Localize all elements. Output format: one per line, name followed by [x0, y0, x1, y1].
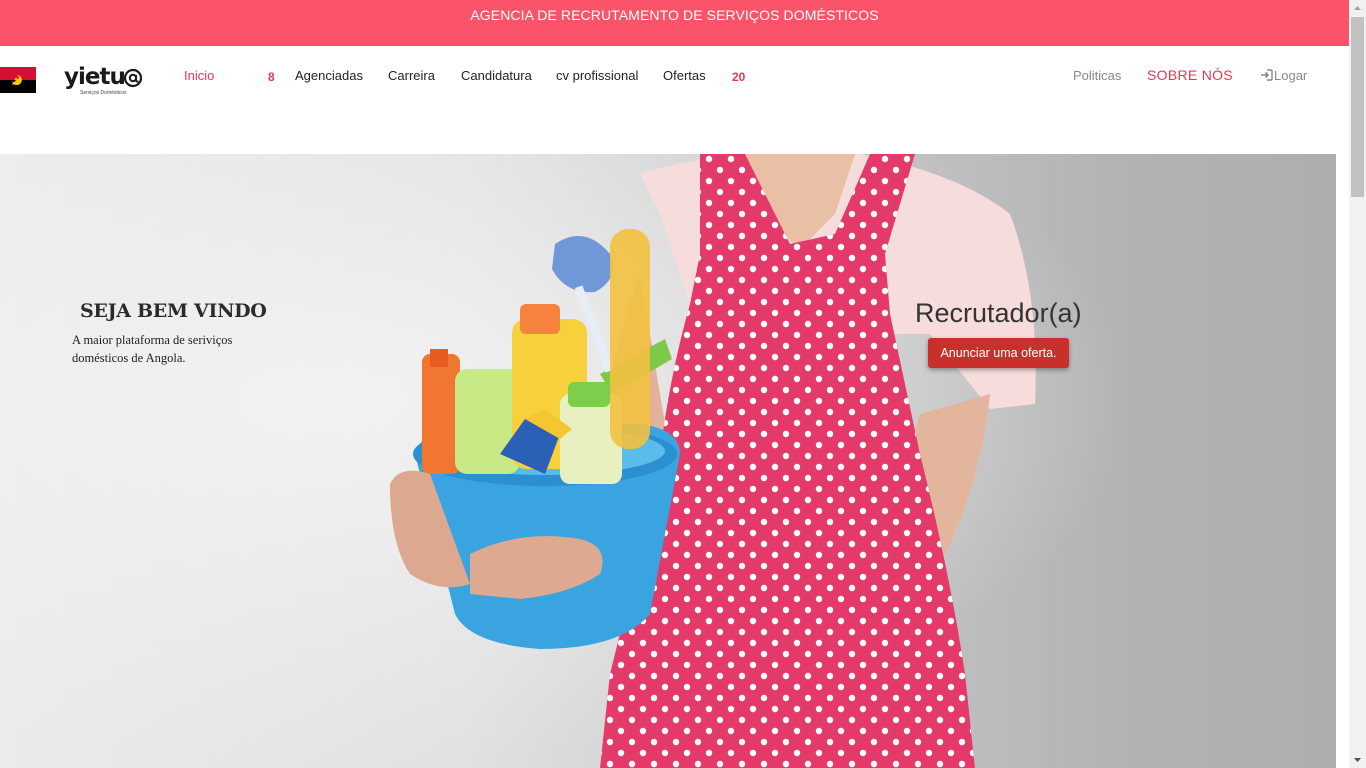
login-link[interactable]: Logar	[1260, 68, 1307, 83]
login-label: Logar	[1274, 68, 1308, 83]
nav-home[interactable]: Inicio	[184, 68, 214, 83]
agencies-count-badge: 8	[268, 70, 275, 84]
navbar: yietu Serviços Domésticos Inicio 8 Agenc…	[0, 46, 1349, 154]
top-banner: AGENCIA DE RECRUTAMENTO DE SERVIÇOS DOMÉ…	[0, 0, 1349, 46]
recruiter-title: Recrutador(a)	[915, 298, 1082, 328]
page-scrollbar[interactable]	[1349, 0, 1366, 768]
hero-image	[0, 154, 1336, 768]
nav-about[interactable]: SOBRE NÓS	[1147, 67, 1233, 83]
brand-subtitle: Serviços Domésticos	[80, 90, 127, 96]
scroll-up-icon[interactable]	[1349, 0, 1366, 17]
hero-section: SEJA BEM VINDO A maior plataforma de ser…	[0, 154, 1336, 768]
banner-text: AGENCIA DE RECRUTAMENTO DE SERVIÇOS DOMÉ…	[470, 7, 879, 23]
brand-name: yietu	[64, 64, 126, 90]
sign-in-icon	[1261, 69, 1273, 81]
nav-cv[interactable]: cv profissional	[556, 68, 638, 83]
post-offer-button[interactable]: Anunciar uma oferta.	[928, 338, 1069, 368]
brand-logo[interactable]: yietu Serviços Domésticos	[64, 64, 144, 98]
nav-agencies[interactable]: Agenciadas	[295, 68, 363, 83]
nav-offers[interactable]: Ofertas	[663, 68, 706, 83]
welcome-text: A maior plataforma de seriviços doméstic…	[72, 333, 233, 365]
angola-flag-icon[interactable]	[0, 67, 36, 93]
scroll-thumb[interactable]	[1351, 17, 1364, 197]
logo-at-icon	[123, 68, 143, 88]
nav-application[interactable]: Candidatura	[461, 68, 532, 83]
nav-career[interactable]: Carreira	[388, 68, 435, 83]
welcome-title: SEJA BEM VINDO	[80, 300, 267, 322]
offers-count-badge: 20	[732, 70, 746, 84]
nav-policies[interactable]: Politicas	[1073, 68, 1121, 83]
scroll-down-icon[interactable]	[1349, 751, 1366, 768]
